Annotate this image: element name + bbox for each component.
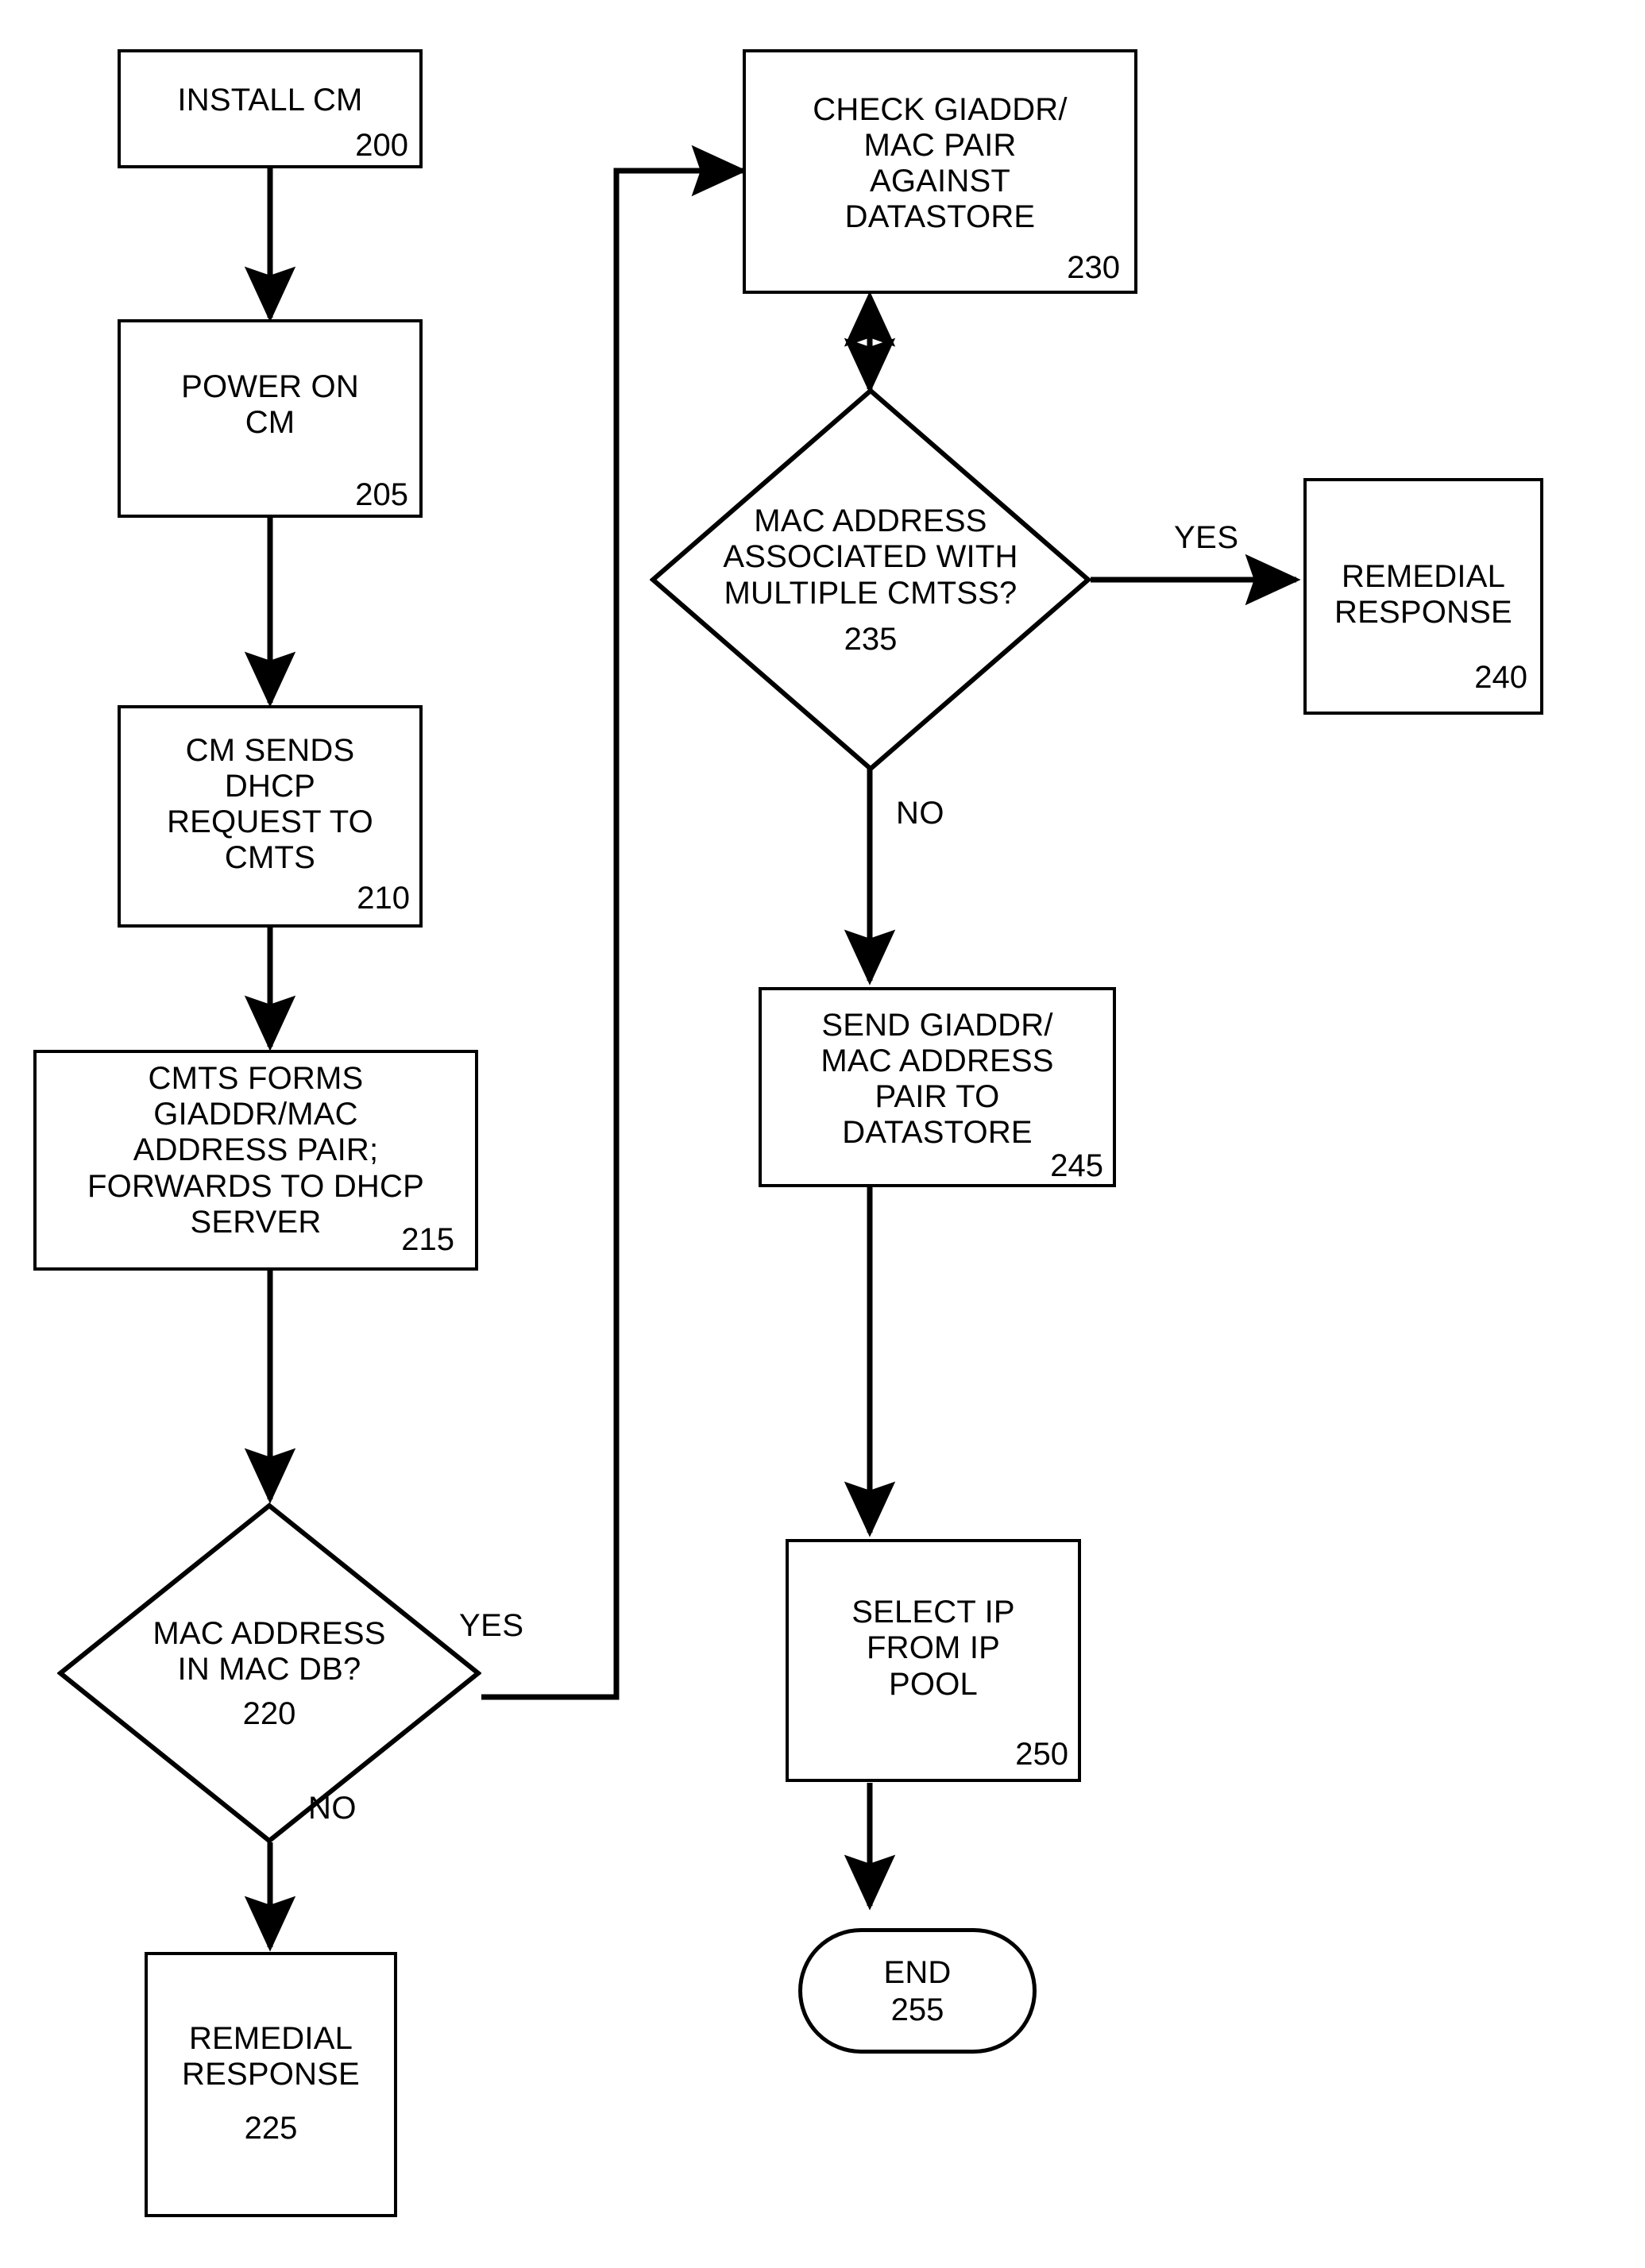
- node-send-pair-datastore-ref: 245: [1050, 1148, 1103, 1183]
- node-check-pair-datastore-ref: 230: [1067, 250, 1120, 285]
- node-install-cm-ref: 200: [355, 128, 408, 163]
- node-remedial-response-240-label: REMEDIAL RESPONSE: [1334, 558, 1512, 630]
- edge-label-no-235: NO: [896, 796, 944, 831]
- node-end[interactable]: END 255: [798, 1928, 1037, 2054]
- node-cmts-forms-pair[interactable]: CMTS FORMS GIADDR/MAC ADDRESS PAIR; FORW…: [33, 1050, 478, 1271]
- node-select-ip[interactable]: SELECT IP FROM IP POOL 250: [786, 1539, 1081, 1782]
- node-remedial-response-240-ref: 240: [1474, 660, 1527, 695]
- node-multiple-cmts[interactable]: MAC ADDRESS ASSOCIATED WITH MULTIPLE CMT…: [650, 388, 1091, 772]
- node-cm-sends-dhcp-label: CM SENDS DHCP REQUEST TO CMTS: [167, 732, 373, 876]
- node-select-ip-label: SELECT IP FROM IP POOL: [851, 1595, 1015, 1702]
- node-end-label: END: [883, 1955, 952, 1991]
- node-send-pair-datastore[interactable]: SEND GIADDR/ MAC ADDRESS PAIR TO DATASTO…: [759, 987, 1116, 1187]
- flowchart-canvas: INSTALL CM 200 POWER ON CM 205 CM SENDS …: [0, 0, 1645, 2268]
- node-power-on-cm-label: POWER ON CM: [181, 368, 359, 440]
- node-remedial-response-225-label: REMEDIAL RESPONSE: [182, 2020, 360, 2092]
- node-install-cm[interactable]: INSTALL CM 200: [118, 49, 423, 168]
- node-remedial-response-225-ref: 225: [244, 2111, 298, 2146]
- node-check-pair-datastore[interactable]: CHECK GIADDR/ MAC PAIR AGAINST DATASTORE…: [743, 49, 1137, 294]
- node-power-on-cm-ref: 205: [355, 477, 408, 512]
- node-cm-sends-dhcp[interactable]: CM SENDS DHCP REQUEST TO CMTS 210: [118, 705, 423, 928]
- node-power-on-cm[interactable]: POWER ON CM 205: [118, 319, 423, 518]
- node-cmts-forms-pair-label: CMTS FORMS GIADDR/MAC ADDRESS PAIR; FORW…: [87, 1061, 424, 1240]
- node-cm-sends-dhcp-ref: 210: [357, 881, 410, 916]
- node-send-pair-datastore-label: SEND GIADDR/ MAC ADDRESS PAIR TO DATASTO…: [821, 1007, 1054, 1151]
- edge-label-no-220: NO: [308, 1791, 357, 1826]
- node-mac-in-db-shape: [57, 1502, 481, 1844]
- node-mac-in-db[interactable]: MAC ADDRESS IN MAC DB? 220: [57, 1502, 481, 1844]
- node-remedial-response-240[interactable]: REMEDIAL RESPONSE 240: [1303, 478, 1543, 715]
- node-select-ip-ref: 250: [1015, 1737, 1068, 1772]
- edge-label-yes-235: YES: [1174, 520, 1239, 555]
- node-install-cm-label: INSTALL CM: [177, 83, 363, 118]
- node-check-pair-datastore-label: CHECK GIADDR/ MAC PAIR AGAINST DATASTORE: [813, 91, 1068, 235]
- edge-label-yes-220: YES: [459, 1608, 524, 1643]
- node-cmts-forms-pair-ref: 215: [401, 1222, 454, 1257]
- node-remedial-response-225[interactable]: REMEDIAL RESPONSE 225: [145, 1952, 397, 2217]
- node-end-ref: 255: [890, 1992, 944, 2027]
- node-multiple-cmts-shape: [650, 388, 1091, 772]
